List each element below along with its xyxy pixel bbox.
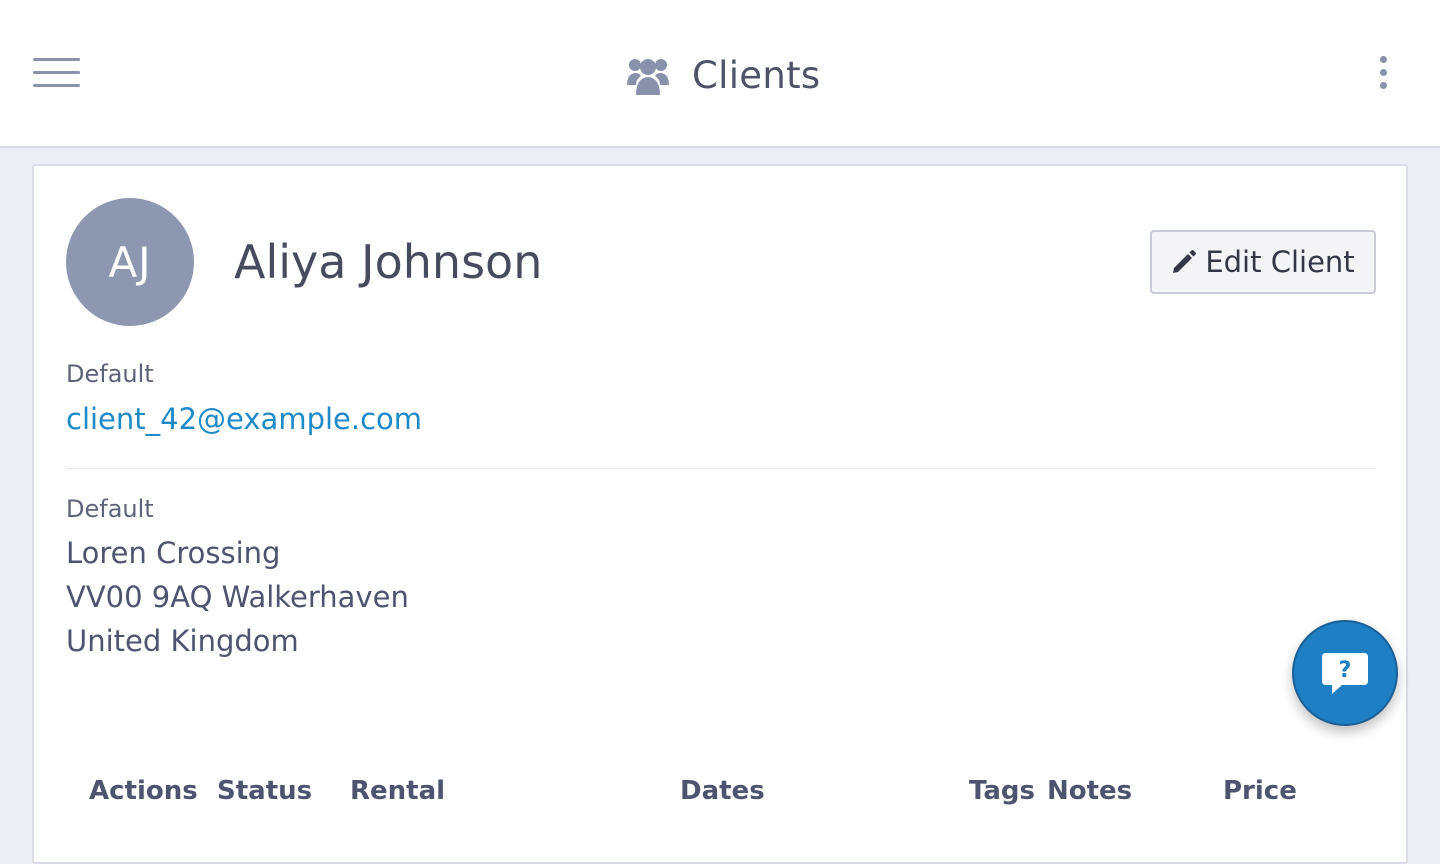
help-chat-icon: ? <box>1322 653 1368 694</box>
client-name: Aliya Johnson <box>234 235 543 289</box>
pencil-icon <box>1173 250 1197 273</box>
edit-client-label: Edit Client <box>1205 245 1355 279</box>
column-header-notes[interactable]: Notes <box>1047 776 1132 806</box>
hamburger-menu-icon[interactable] <box>33 58 81 90</box>
column-header-dates[interactable]: Dates <box>680 776 765 806</box>
email-link[interactable]: client_42@example.com <box>66 402 422 436</box>
users-icon <box>627 59 669 95</box>
help-chat-button[interactable]: ? <box>1292 620 1398 726</box>
column-header-rental[interactable]: Rental <box>350 776 445 806</box>
page-title-group: Clients <box>626 50 821 100</box>
address-line-1: Loren Crossing <box>66 536 281 570</box>
address-line-2: VV00 9AQ Walkerhaven <box>66 580 409 614</box>
svg-text:?: ? <box>1339 658 1352 683</box>
hamburger-line <box>33 58 80 61</box>
kebab-dot <box>1380 69 1387 76</box>
more-vertical-icon[interactable] <box>1372 54 1396 94</box>
edit-client-button[interactable]: Edit Client <box>1150 230 1376 294</box>
rentals-table-header: Actions Status Rental Dates Tags Notes P… <box>34 776 1410 816</box>
hamburger-line <box>33 71 80 74</box>
column-header-status[interactable]: Status <box>217 776 312 806</box>
kebab-dot <box>1380 56 1387 63</box>
avatar: AJ <box>66 198 194 326</box>
column-header-price[interactable]: Price <box>1223 776 1297 806</box>
page-title: Clients <box>692 53 821 97</box>
top-bar: Clients <box>0 0 1440 148</box>
kebab-dot <box>1380 82 1387 89</box>
email-type-label: Default <box>66 360 154 388</box>
client-card: AJ Aliya Johnson Edit Client Default cli… <box>32 164 1408 864</box>
column-header-tags[interactable]: Tags <box>969 776 1035 806</box>
hamburger-line <box>33 84 80 87</box>
divider <box>66 468 1376 469</box>
address-type-label: Default <box>66 495 154 523</box>
address-line-3: United Kingdom <box>66 624 299 658</box>
column-header-actions[interactable]: Actions <box>89 776 198 806</box>
